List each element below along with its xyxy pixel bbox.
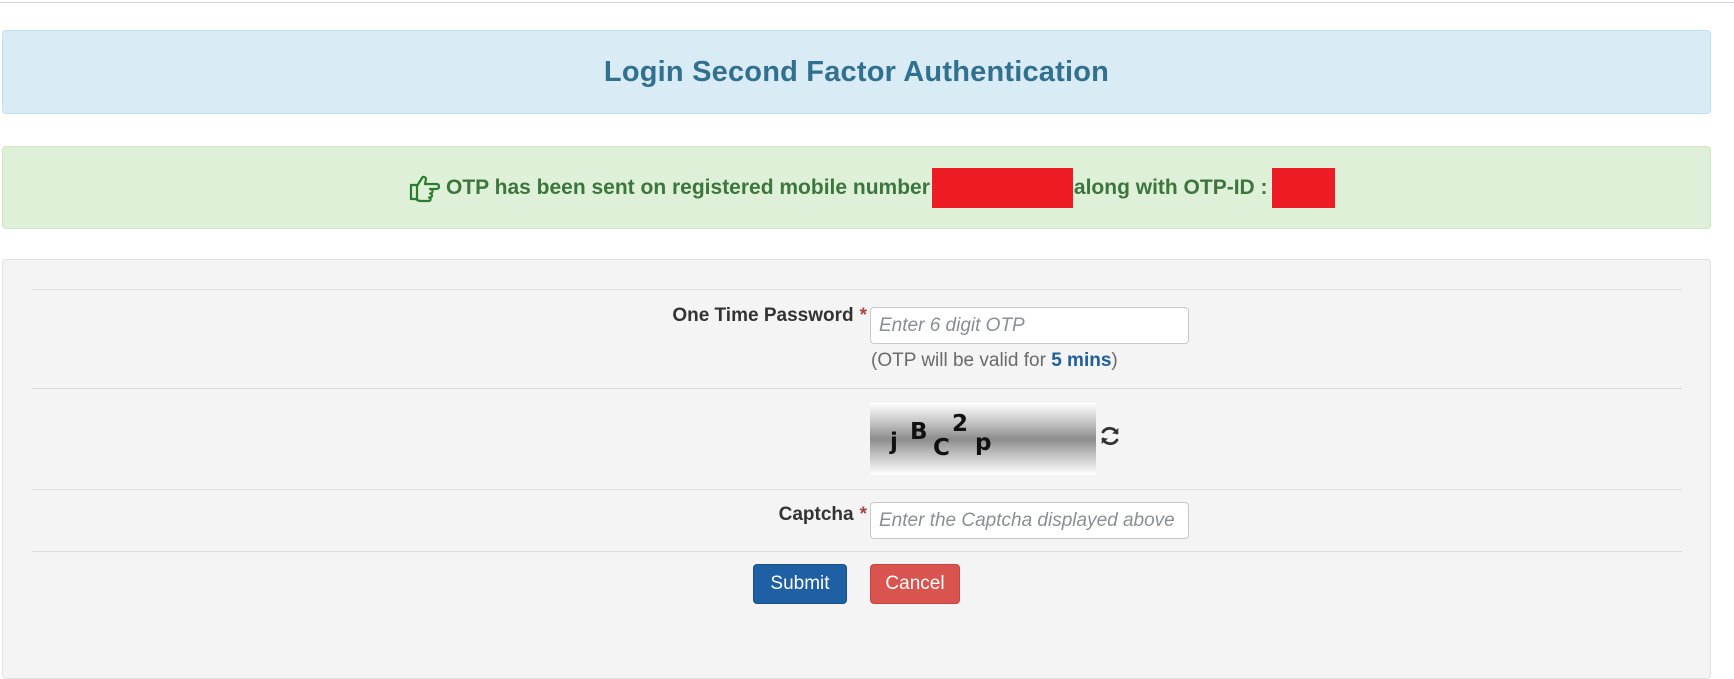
otp-input[interactable] [870, 307, 1189, 344]
captcha-char: C [933, 435, 950, 461]
page-header: Login Second Factor Authentication [2, 30, 1711, 114]
refresh-icon[interactable] [1098, 424, 1122, 448]
otp-form: One Time Password* (OTP will be valid fo… [2, 259, 1711, 679]
otp-validity-duration: 5 mins [1051, 350, 1112, 371]
redacted-mobile-number [931, 168, 1073, 208]
otp-validity-note: (OTP will be valid for 5 mins) [871, 350, 1118, 371]
cancel-button[interactable]: Cancel [870, 564, 960, 604]
captcha-label: Captcha * [778, 504, 867, 525]
captcha-char: j [890, 429, 898, 455]
captcha-char: p [975, 430, 992, 456]
top-divider [0, 2, 1734, 3]
row-divider [32, 388, 1682, 389]
captcha-input[interactable] [870, 502, 1189, 539]
alert-message-text: OTP has been sent on registered mobile n… [446, 176, 930, 199]
submit-button[interactable]: Submit [753, 564, 847, 604]
alert-otp-id-text: along with OTP-ID : [1073, 176, 1268, 199]
page-title: Login Second Factor Authentication [603, 55, 1110, 88]
otp-sent-alert: OTP has been sent on registered mobile n… [2, 146, 1711, 229]
captcha-char: 2 [952, 411, 969, 437]
row-divider [32, 289, 1682, 290]
required-asterisk: * [859, 305, 867, 326]
redacted-otp-id [1271, 168, 1335, 208]
row-divider [32, 489, 1682, 490]
row-divider [32, 551, 1682, 552]
captcha-char: B [910, 419, 928, 445]
captcha-image: j B C 2 p [870, 403, 1096, 475]
required-asterisk: * [859, 504, 867, 525]
alert-message-line: OTP has been sent on registered mobile n… [408, 168, 1335, 208]
hand-pointing-right-icon [408, 173, 441, 203]
otp-label: One Time Password * [672, 305, 867, 326]
